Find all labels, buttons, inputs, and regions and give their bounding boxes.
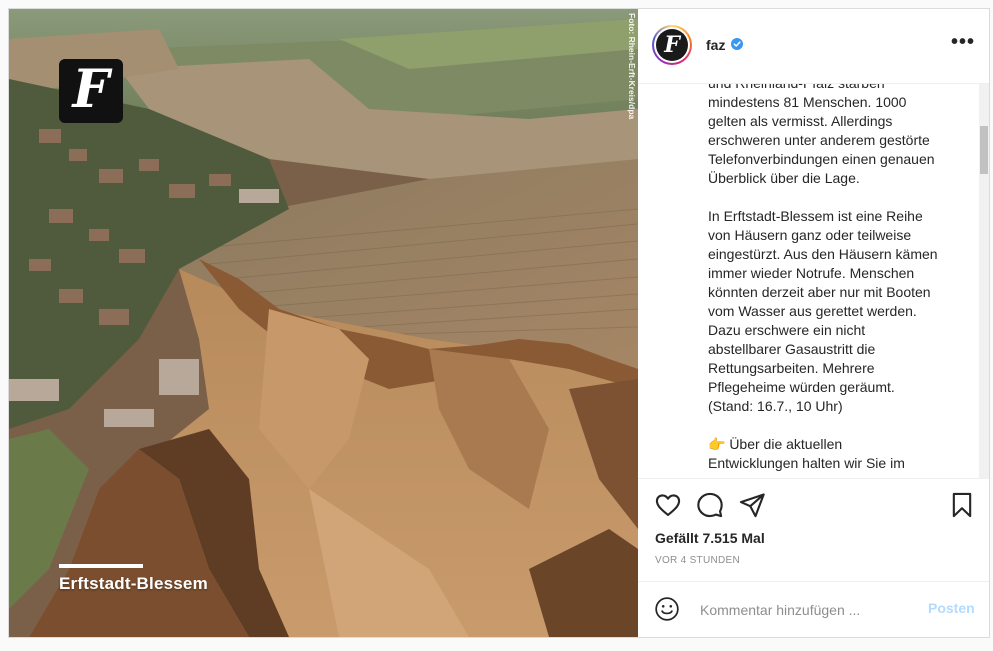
comment-icon[interactable] — [696, 491, 724, 519]
add-comment-bar: Posten — [638, 581, 989, 637]
username-link[interactable]: faz — [706, 37, 725, 53]
post-comment-button[interactable]: Posten — [928, 600, 975, 616]
post-caption: und Rheinland-Pfalz starben mindestens 8… — [708, 84, 958, 473]
post-photo[interactable]: F Foto: Rhein-Erft-Kreis/dpa Erftstadt-B… — [9, 9, 638, 637]
avatar-letter: F — [664, 32, 680, 58]
caption-scroll-area[interactable]: und Rheinland-Pfalz starben mindestens 8… — [638, 84, 989, 479]
post-timestamp[interactable]: VOR 4 STUNDEN — [655, 555, 740, 566]
likes-count[interactable]: Gefällt 7.515 Mal — [655, 530, 765, 546]
instagram-post: F Foto: Rhein-Erft-Kreis/dpa Erftstadt-B… — [8, 8, 990, 638]
caption-divider — [59, 564, 143, 568]
caption-paragraph: 👉 Über die aktuellen Entwicklungen halte… — [708, 436, 905, 471]
comment-input[interactable] — [698, 598, 912, 622]
share-icon[interactable] — [738, 491, 766, 519]
caption-paragraph: In Erftstadt-Blessem ist eine Reihe von … — [708, 208, 938, 414]
faz-logo-letter: F — [72, 59, 110, 120]
photo-location-caption: Erftstadt-Blessem — [59, 574, 208, 593]
more-options-button[interactable]: ••• — [948, 32, 978, 55]
heart-icon[interactable] — [654, 491, 682, 519]
smiley-icon[interactable] — [654, 596, 680, 622]
verified-badge-icon — [731, 38, 743, 50]
caption-paragraph: und Rheinland-Pfalz starben mindestens 8… — [708, 84, 935, 186]
bookmark-icon[interactable] — [948, 491, 976, 519]
faz-logo: F — [59, 59, 123, 123]
scrollbar[interactable] — [979, 84, 989, 478]
post-side-panel: F faz ••• und Rheinland-Pfalz starben mi… — [638, 9, 989, 637]
post-header: F faz ••• — [638, 9, 989, 84]
photo-credit: Foto: Rhein-Erft-Kreis/dpa — [627, 13, 637, 120]
avatar[interactable]: F — [652, 25, 692, 65]
scrollbar-thumb[interactable] — [980, 126, 988, 174]
post-actions: Gefällt 7.515 Mal VOR 4 STUNDEN — [638, 479, 989, 589]
